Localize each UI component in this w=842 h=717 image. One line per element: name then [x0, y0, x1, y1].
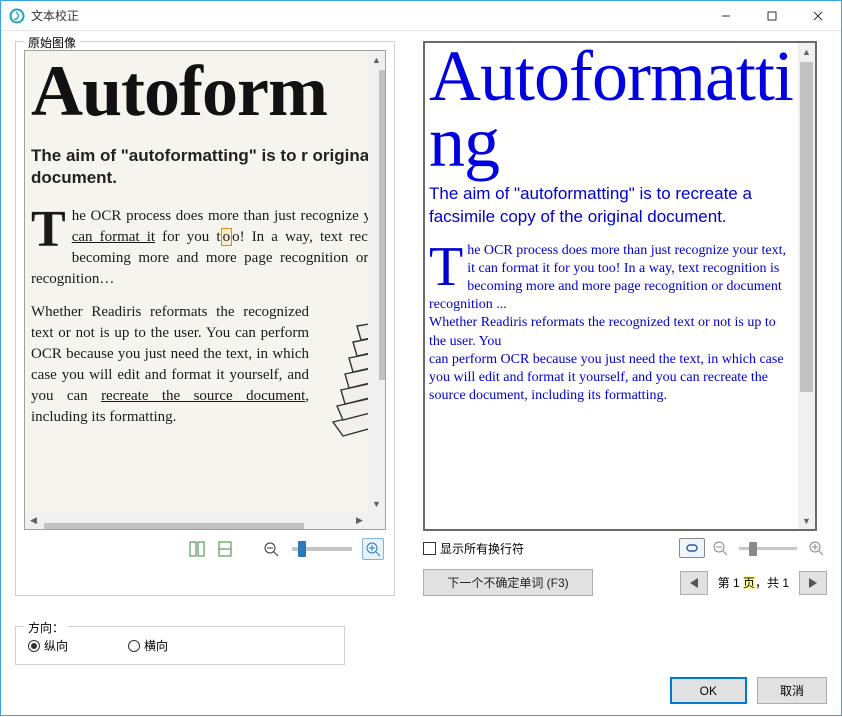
scan-paragraph-2: Whether Readiris reformats the recognize…	[31, 302, 368, 428]
page-indicator: 第 1 页，共 1	[718, 574, 789, 591]
scroll-thumb[interactable]	[800, 62, 813, 392]
original-image-toolbar	[24, 538, 386, 560]
checkbox-icon[interactable]	[423, 542, 436, 555]
orientation-portrait-label: 纵向	[44, 637, 68, 654]
scroll-left-icon[interactable]: ◀	[25, 512, 42, 529]
zoom-out-button[interactable]	[709, 537, 731, 559]
zoom-slider-handle[interactable]	[298, 541, 306, 557]
zoom-slider-handle[interactable]	[749, 542, 757, 556]
prev-page-button[interactable]	[680, 571, 708, 595]
ocr-heading[interactable]: Autoformatting	[429, 43, 794, 175]
titlebar: 文本校正	[1, 1, 841, 31]
scroll-down-icon[interactable]: ▼	[798, 512, 815, 529]
radio-icon[interactable]	[28, 640, 40, 652]
scroll-thumb[interactable]	[379, 70, 387, 380]
scan-heading: Autoform	[31, 57, 368, 125]
scan-horizontal-scrollbar[interactable]: ◀ ▶	[25, 512, 368, 529]
orientation-group: 方向： 纵向 横向	[15, 626, 345, 665]
scroll-thumb[interactable]	[44, 523, 304, 531]
show-linebreaks-label: 显示所有换行符	[440, 540, 524, 557]
scan-subheading: The aim of "autoformatting" is to r orig…	[31, 145, 368, 189]
orientation-landscape-label: 横向	[144, 637, 168, 654]
radio-icon[interactable]	[128, 640, 140, 652]
next-page-button[interactable]	[799, 571, 827, 595]
ocr-paragraph-3[interactable]: can perform OCR because you just need th…	[429, 351, 794, 406]
cancel-button[interactable]: 取消	[757, 677, 827, 704]
app-logo-icon	[9, 8, 25, 24]
maximize-button[interactable]	[749, 1, 795, 31]
scan-vertical-scrollbar[interactable]: ▲ ▼	[368, 51, 385, 512]
next-uncertain-word-button[interactable]: 下一个不确定单词 (F3)	[423, 569, 593, 596]
scroll-right-icon[interactable]: ▶	[351, 512, 368, 529]
zoom-in-button[interactable]	[362, 538, 384, 560]
ocr-paragraph-2[interactable]: Whether Readiris reformats the recognize…	[429, 314, 794, 350]
original-image-viewer[interactable]: Autoform The aim of "autoformatting" is …	[24, 50, 386, 530]
window-title: 文本校正	[31, 7, 79, 24]
zoom-in-button[interactable]	[805, 537, 827, 559]
orientation-portrait-radio[interactable]: 纵向	[28, 637, 68, 654]
link-zoom-button[interactable]	[679, 538, 705, 558]
dialog-footer: OK 取消	[15, 665, 827, 704]
ocr-text-content[interactable]: Autoformatting The aim of "autoformattin…	[429, 43, 794, 405]
ok-button[interactable]: OK	[670, 677, 747, 704]
zoom-slider[interactable]	[292, 547, 352, 551]
scanned-page: Autoform The aim of "autoformatting" is …	[25, 51, 368, 446]
show-linebreaks-checkbox[interactable]: 显示所有换行符	[423, 540, 524, 557]
scroll-up-icon[interactable]: ▲	[368, 51, 385, 68]
orientation-label: 方向：	[24, 619, 68, 636]
fit-page-button[interactable]	[214, 538, 236, 560]
scan-paragraph-1: The OCR process does more than just reco…	[31, 206, 368, 290]
close-button[interactable]	[795, 1, 841, 31]
zoom-out-button[interactable]	[260, 538, 282, 560]
orientation-landscape-radio[interactable]: 横向	[128, 637, 168, 654]
fit-split-button[interactable]	[186, 538, 208, 560]
original-image-label: 原始图像	[24, 34, 80, 51]
zoom-slider[interactable]	[739, 547, 797, 550]
ocr-subheading[interactable]: The aim of "autoformatting" is to recrea…	[429, 183, 794, 227]
ocr-uncertain-char: o	[221, 228, 233, 246]
scroll-up-icon[interactable]: ▲	[798, 43, 815, 60]
scroll-down-icon[interactable]: ▼	[368, 495, 385, 512]
minimize-button[interactable]	[703, 1, 749, 31]
ocr-options-toolbar: 显示所有换行符	[423, 537, 827, 559]
original-image-group: 原始图像 Autoform The aim of "autoformatting…	[15, 41, 395, 596]
ocr-vertical-scrollbar[interactable]: ▲ ▼	[798, 43, 815, 529]
ocr-text-viewer[interactable]: Autoformatting The aim of "autoformattin…	[423, 41, 817, 531]
books-illustration-icon	[315, 302, 368, 442]
ocr-paragraph-1[interactable]: The OCR process does more than just reco…	[429, 242, 794, 315]
ocr-nav-toolbar: 下一个不确定单词 (F3) 第 1 页，共 1	[423, 569, 827, 596]
